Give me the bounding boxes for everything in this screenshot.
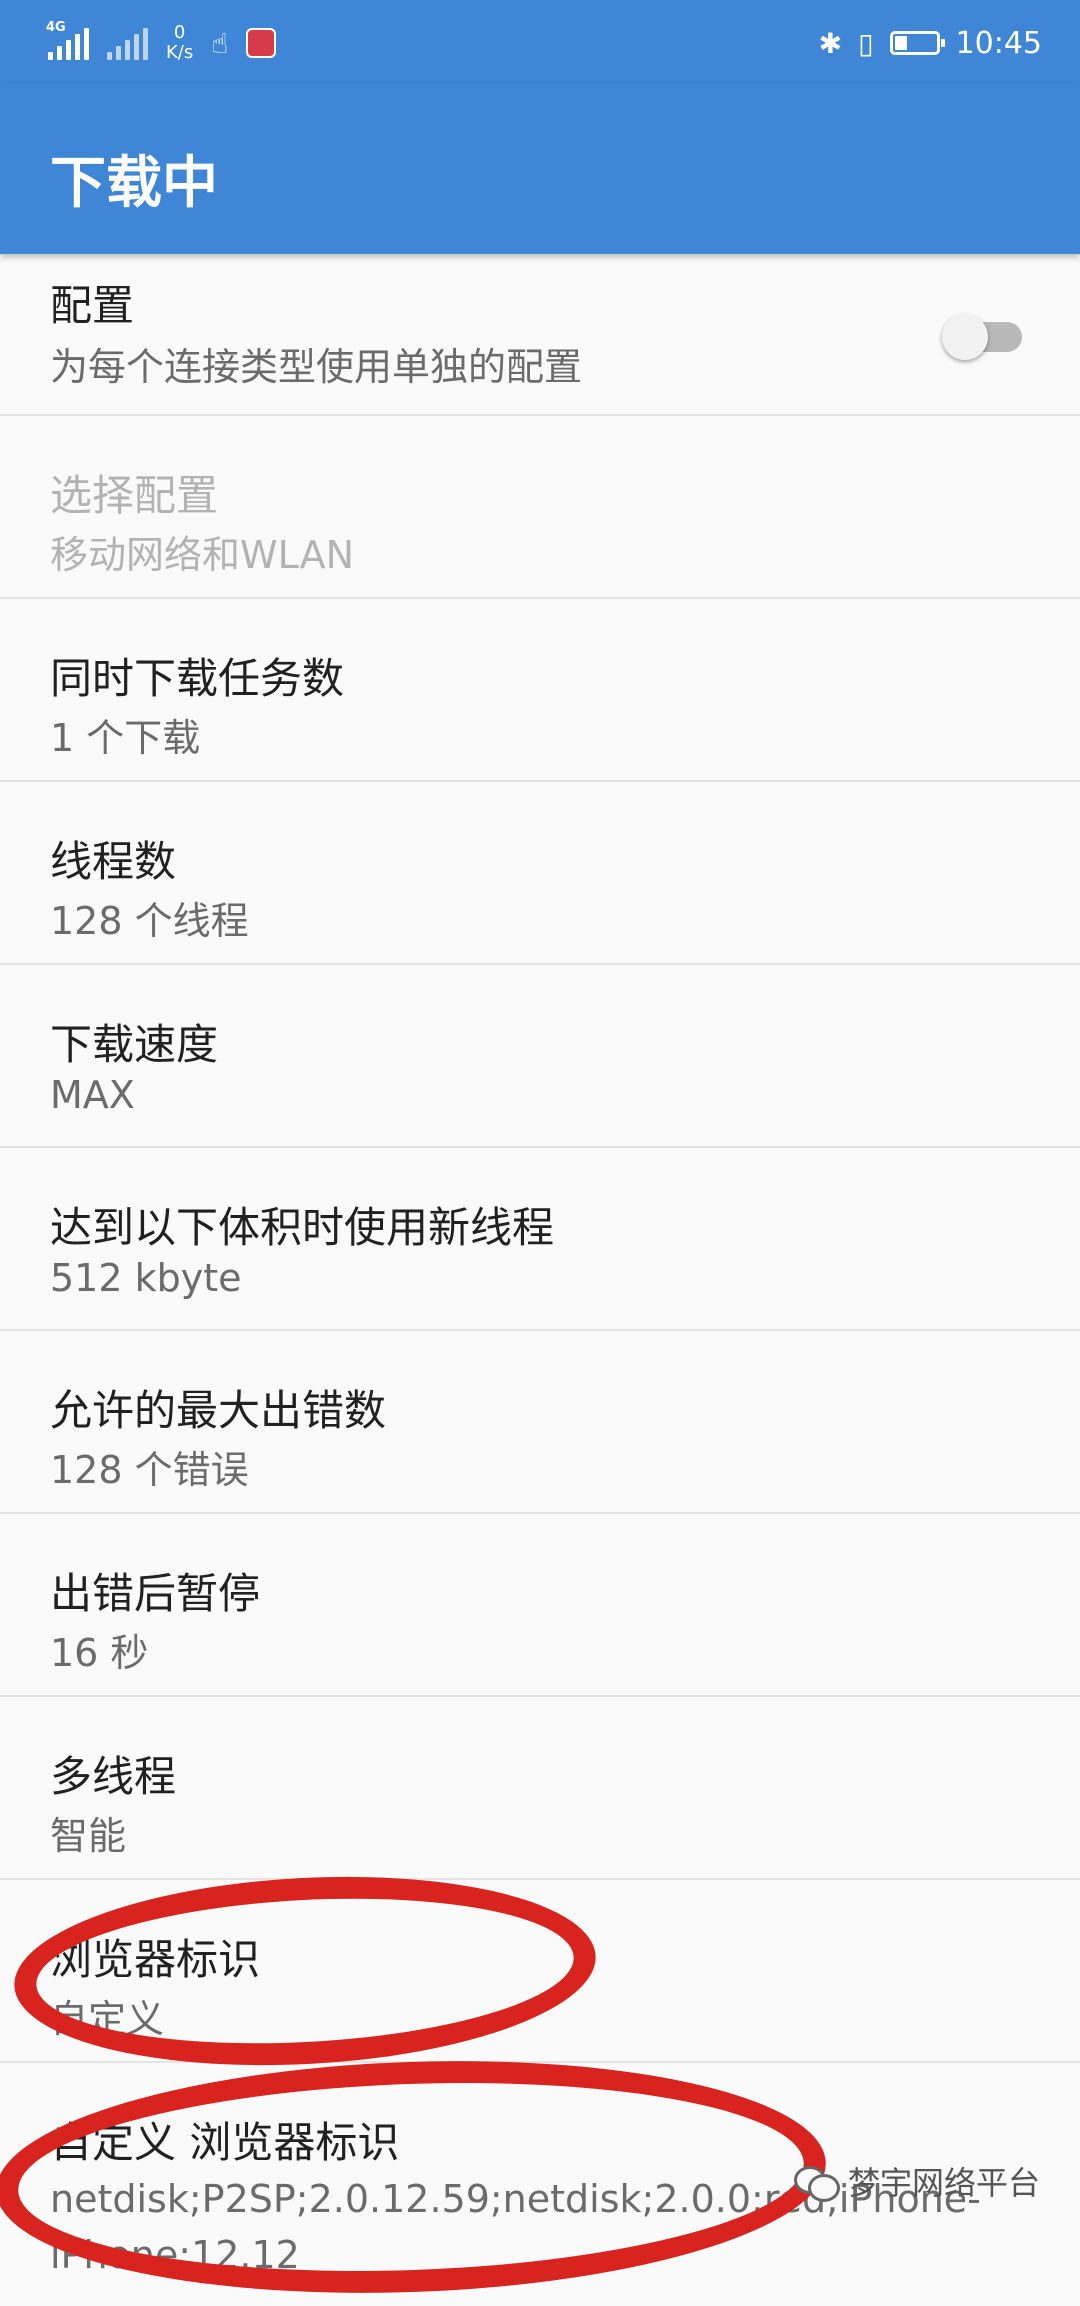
status-right: ✱ ▯ 10:45 — [819, 18, 1042, 68]
setting-new-thread-size[interactable]: 达到以下体积时使用新线程 512 kbyte — [0, 1148, 1080, 1331]
setting-summary: 16 秒 — [50, 1631, 149, 1675]
setting-max-errors[interactable]: 允许的最大出错数 128 个错误 — [0, 1331, 1080, 1514]
chat-bubbles-icon — [793, 2162, 840, 2202]
vibrate-icon: ▯ — [858, 26, 874, 60]
setting-pause-after-error[interactable]: 出错后暂停 16 秒 — [0, 1514, 1080, 1697]
setting-summary: 自定义 — [50, 1997, 165, 2041]
setting-title: 出错后暂停 — [50, 1569, 261, 1618]
setting-title: 配置 — [50, 281, 135, 330]
setting-summary: 1 个下载 — [50, 716, 201, 760]
setting-summary: 128 个错误 — [50, 1448, 249, 1492]
setting-title: 多线程 — [50, 1752, 177, 1801]
setting-multithread[interactable]: 多线程 智能 — [0, 1697, 1080, 1880]
setting-summary: MAX — [50, 1073, 135, 1117]
bluetooth-icon: ✱ — [818, 26, 843, 60]
setting-summary: 智能 — [50, 1814, 127, 1858]
setting-summary: 移动网络和WLAN — [50, 533, 355, 577]
app-notification-icon — [246, 28, 277, 58]
setting-summary: 为每个连接类型使用单独的配置 — [50, 345, 583, 389]
page-title: 下载中 — [50, 151, 218, 216]
secondary-signal-icon — [107, 26, 148, 60]
network-type: 4G — [46, 20, 66, 35]
status-left: 4G 0 K/s ☝ — [46, 18, 277, 68]
setting-user-agent[interactable]: 浏览器标识 自定义 — [0, 1880, 1080, 2063]
setting-title: 达到以下体积时使用新线程 — [50, 1203, 555, 1252]
watermark-text: 梦宇网络平台 — [847, 2164, 1040, 2202]
setting-config[interactable]: 配置 为每个连接类型使用单独的配置 — [0, 254, 1080, 416]
setting-title: 线程数 — [50, 837, 177, 886]
network-speed: 0 K/s — [166, 23, 193, 63]
setting-summary: 512 kbyte — [50, 1256, 242, 1300]
setting-thread-count[interactable]: 线程数 128 个线程 — [0, 782, 1080, 965]
setting-title: 下载速度 — [50, 1020, 219, 1069]
toggle-thumb — [942, 314, 988, 360]
status-bar: 4G 0 K/s ☝ ✱ ▯ 10:45 — [0, 0, 1080, 84]
app-bar: 下载中 — [0, 84, 1080, 254]
network-speed-value: 0 — [173, 22, 186, 43]
status-clock: 10:45 — [955, 25, 1042, 61]
battery-level — [894, 36, 907, 50]
setting-title: 同时下载任务数 — [50, 654, 345, 703]
setting-download-speed[interactable]: 下载速度 MAX — [0, 965, 1080, 1148]
watermark: 梦宇网络平台 — [793, 2158, 1040, 2204]
hand-touch-icon: ☝ — [211, 26, 229, 60]
settings-list: 配置 为每个连接类型使用单独的配置 选择配置 移动网络和WLAN 同时下载任务数… — [0, 254, 1080, 2277]
setting-select-config: 选择配置 移动网络和WLAN — [0, 416, 1080, 599]
setting-title: 浏览器标识 — [50, 1935, 261, 1984]
cellular-signal-icon: 4G — [46, 20, 89, 60]
setting-title: 选择配置 — [50, 471, 219, 520]
config-toggle[interactable] — [942, 306, 1032, 366]
setting-title: 允许的最大出错数 — [50, 1386, 387, 1435]
network-speed-unit: K/s — [166, 42, 194, 63]
setting-summary: 128 个线程 — [50, 899, 249, 943]
setting-concurrent-downloads[interactable]: 同时下载任务数 1 个下载 — [0, 599, 1080, 782]
battery-icon — [889, 31, 945, 55]
setting-title: 自定义 浏览器标识 — [50, 2118, 400, 2167]
